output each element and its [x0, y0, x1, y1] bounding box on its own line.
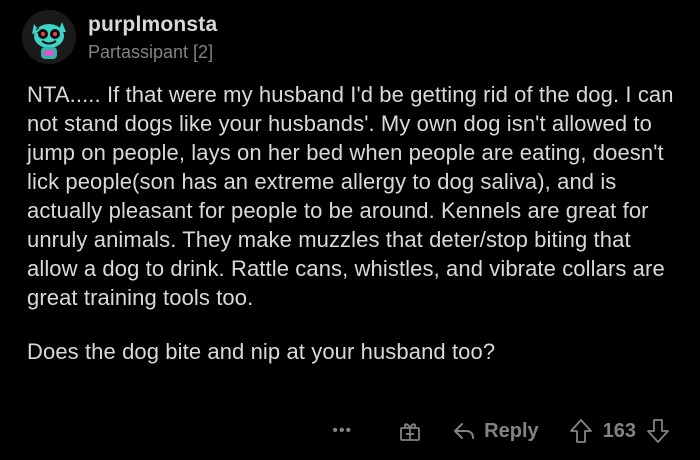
- award-button[interactable]: [398, 419, 422, 443]
- upvote-arrow-icon[interactable]: [569, 418, 593, 444]
- more-options-button[interactable]: •••: [332, 422, 352, 440]
- comment-actions: ••• Reply 163: [332, 414, 670, 448]
- more-options-icon: •••: [332, 422, 353, 439]
- comment-paragraph: Does the dog bite and nip at your husban…: [27, 339, 496, 364]
- award-icon: [398, 419, 422, 443]
- comment-body: NTA..... If that were my husband I'd be …: [27, 80, 682, 391]
- reply-label: Reply: [484, 419, 539, 442]
- reply-button[interactable]: Reply: [452, 419, 539, 443]
- monster-avatar-icon: [22, 10, 76, 64]
- comment: purplmonsta Partassipant [2] NTA..... If…: [0, 0, 700, 460]
- author-block: purplmonsta Partassipant [2]: [88, 12, 217, 64]
- user-avatar[interactable]: [22, 10, 76, 64]
- reply-arrow-icon: [452, 420, 476, 442]
- user-flair: Partassipant [2]: [88, 42, 214, 62]
- downvote-arrow-icon[interactable]: [646, 418, 670, 444]
- vote-controls: 163: [569, 418, 670, 444]
- vote-score: 163: [602, 419, 636, 442]
- comment-paragraph: NTA..... If that were my husband I'd be …: [27, 82, 674, 310]
- username[interactable]: purplmonsta: [88, 12, 217, 38]
